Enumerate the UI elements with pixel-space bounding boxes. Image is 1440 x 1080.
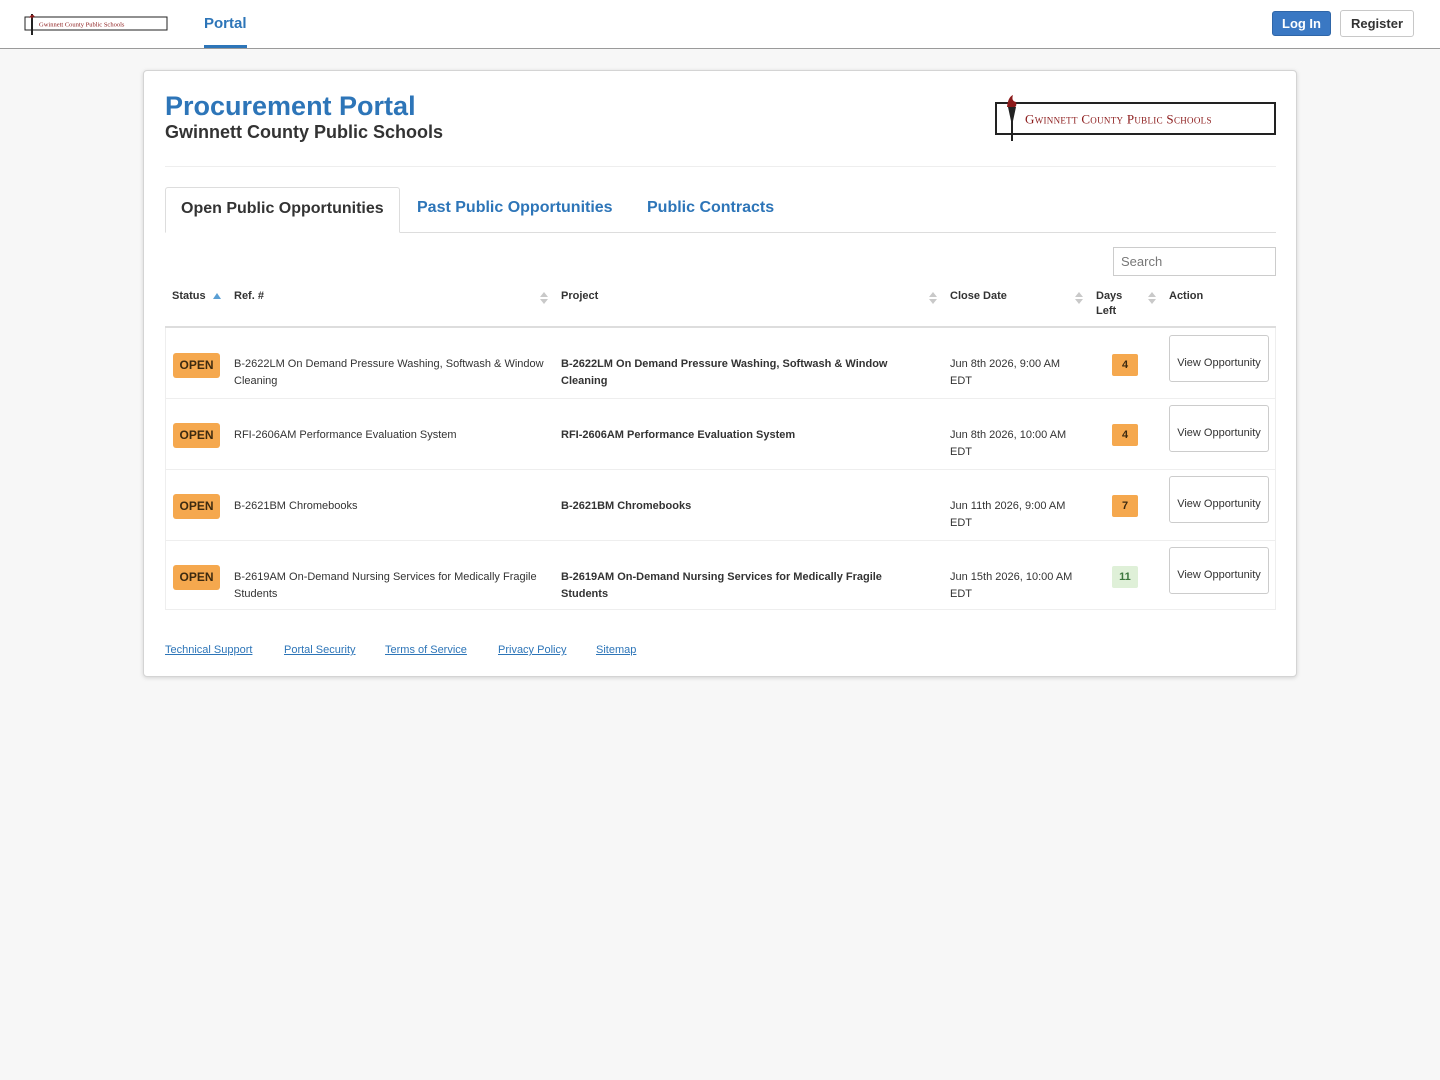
table-row: OPEN B-2619AM On-Demand Nursing Services…: [166, 541, 1275, 612]
sort-ascending-icon: [213, 293, 221, 299]
column-header-action: Action: [1169, 290, 1204, 302]
project-name: B-2622LM On Demand Pressure Washing, Sof…: [561, 358, 888, 387]
ref-number: B-2621BM Chromebooks: [234, 500, 358, 512]
technical-support-link[interactable]: Technical Support: [165, 644, 252, 656]
status-badge: OPEN: [173, 423, 220, 448]
gcps-hero-logo: Gwinnett County Public Schools: [995, 95, 1276, 141]
nav-portal-link[interactable]: Portal: [204, 0, 247, 48]
column-header-close-date[interactable]: Close Date: [950, 289, 1007, 304]
ref-number: B-2619AM On-Demand Nursing Services for …: [234, 571, 537, 600]
days-left-badge: 7: [1112, 495, 1138, 517]
view-opportunity-button[interactable]: View Opportunity: [1169, 547, 1269, 594]
column-header-project[interactable]: Project: [561, 289, 598, 304]
sitemap-link[interactable]: Sitemap: [596, 644, 636, 656]
tab-open-public-opportunities[interactable]: Open Public Opportunities: [165, 187, 400, 233]
opportunities-table-body: OPEN B-2622LM On Demand Pressure Washing…: [165, 328, 1276, 610]
table-header: Status Ref. # Project Close Date Days Le…: [165, 283, 1276, 328]
close-date: Jun 8th 2026, 9:00 AM EDT: [950, 358, 1061, 387]
login-button[interactable]: Log In: [1272, 11, 1331, 36]
days-left-badge: 11: [1112, 566, 1138, 588]
project-name: B-2619AM On-Demand Nursing Services for …: [561, 571, 882, 600]
terms-of-service-link[interactable]: Terms of Service: [385, 644, 467, 656]
svg-text:Gwinnett County Public Schools: Gwinnett County Public Schools: [1025, 112, 1212, 127]
view-opportunity-button[interactable]: View Opportunity: [1169, 335, 1269, 382]
column-header-days-left[interactable]: Days Left: [1096, 289, 1130, 319]
portal-security-link[interactable]: Portal Security: [284, 644, 356, 656]
view-opportunity-button[interactable]: View Opportunity: [1169, 405, 1269, 452]
table-row: OPEN B-2621BM Chromebooks B-2621BM Chrom…: [166, 470, 1275, 541]
days-left-badge: 4: [1112, 424, 1138, 446]
table-row: OPEN B-2622LM On Demand Pressure Washing…: [166, 328, 1275, 399]
tab-public-contracts[interactable]: Public Contracts: [647, 187, 774, 233]
sort-icon[interactable]: [1148, 292, 1156, 308]
status-badge: OPEN: [173, 353, 220, 378]
ref-number: B-2622LM On Demand Pressure Washing, Sof…: [234, 358, 544, 387]
sort-icon[interactable]: [929, 292, 937, 308]
project-name: B-2621BM Chromebooks: [561, 500, 692, 512]
privacy-policy-link[interactable]: Privacy Policy: [498, 644, 566, 656]
svg-text:Gwinnett County Public Schools: Gwinnett County Public Schools: [39, 22, 125, 29]
tab-past-public-opportunities[interactable]: Past Public Opportunities: [417, 187, 613, 233]
header-divider: [165, 166, 1276, 167]
project-name: RFI-2606AM Performance Evaluation System: [561, 429, 796, 441]
search-input[interactable]: [1113, 247, 1276, 276]
status-badge: OPEN: [173, 565, 220, 590]
days-left-badge: 4: [1112, 354, 1138, 376]
status-badge: OPEN: [173, 494, 220, 519]
portal-card: Procurement Portal Gwinnett County Publi…: [143, 70, 1297, 677]
top-navbar: Gwinnett County Public Schools Portal Lo…: [0, 0, 1440, 49]
close-date: Jun 15th 2026, 10:00 AM EDT: [950, 571, 1073, 600]
close-date: Jun 8th 2026, 10:00 AM EDT: [950, 429, 1067, 458]
register-button[interactable]: Register: [1340, 10, 1414, 37]
view-opportunity-button[interactable]: View Opportunity: [1169, 476, 1269, 523]
page-title: Procurement Portal: [165, 91, 416, 121]
column-header-ref[interactable]: Ref. #: [234, 289, 264, 304]
sort-icon[interactable]: [1075, 292, 1083, 308]
table-row: OPEN RFI-2606AM Performance Evaluation S…: [166, 399, 1275, 470]
page-subtitle: Gwinnett County Public Schools: [165, 122, 444, 142]
column-header-status[interactable]: Status: [172, 289, 206, 304]
opportunity-tabs: Open Public Opportunities Past Public Op…: [165, 187, 1276, 233]
close-date: Jun 11th 2026, 9:00 AM EDT: [950, 500, 1066, 529]
gcps-logo[interactable]: Gwinnett County Public Schools: [24, 11, 168, 37]
sort-icon[interactable]: [540, 292, 548, 308]
ref-number: RFI-2606AM Performance Evaluation System: [234, 429, 457, 441]
